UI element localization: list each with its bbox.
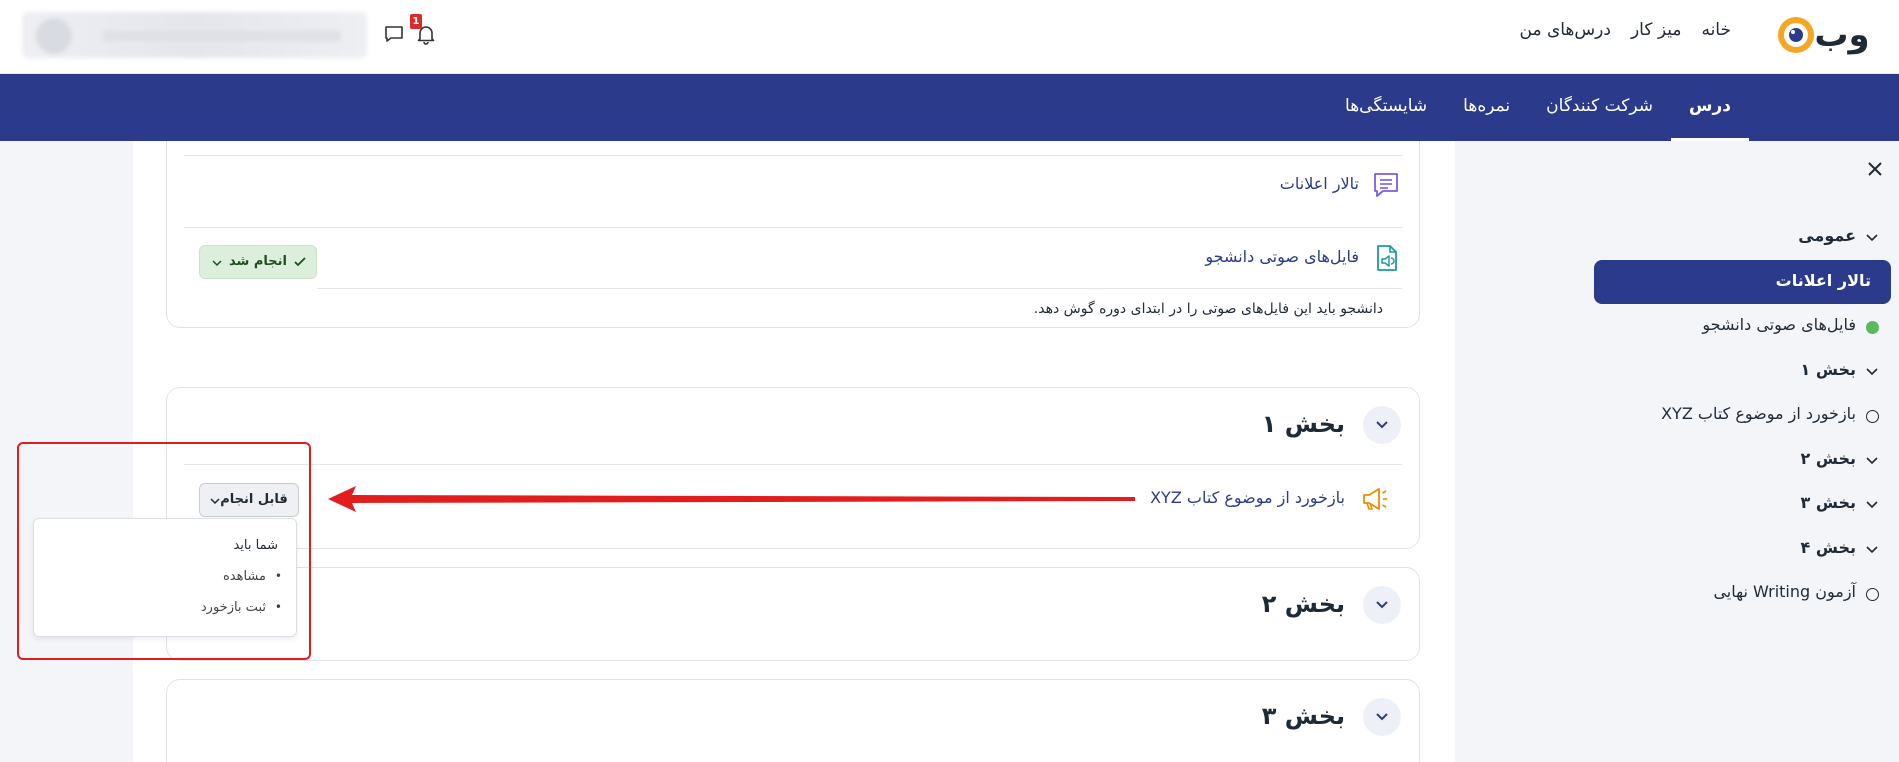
- activity-audio-link[interactable]: فایل‌های صوتی دانشجو: [1205, 247, 1359, 266]
- audio-file-icon: [1377, 245, 1397, 271]
- sidebar-item-label: عمومی: [1798, 226, 1856, 245]
- tab-participants[interactable]: شرکت کنندگان: [1528, 74, 1671, 141]
- section-2-title: بخش ۲: [1261, 590, 1345, 618]
- chevron-down-icon: [1376, 713, 1388, 721]
- activity-description: دانشجو باید این فایل‌های صوتی را در ابتد…: [1033, 301, 1383, 317]
- tab-competencies[interactable]: شایستگی‌ها: [1327, 74, 1445, 141]
- nav-home[interactable]: خانه: [1701, 20, 1731, 40]
- avatar: [36, 18, 72, 54]
- divider: [317, 288, 1402, 289]
- annotation-arrow-icon: [328, 486, 1135, 512]
- chevron-down-icon: [1866, 368, 1878, 376]
- incomplete-circle-icon: [1866, 410, 1879, 423]
- nav-dashboard[interactable]: میز کار: [1631, 20, 1682, 40]
- chat-icon[interactable]: [382, 22, 406, 46]
- chevron-down-icon: [1866, 234, 1878, 242]
- top-nav: خانه میز کار درس‌های من: [1520, 20, 1732, 40]
- chevron-down-icon: [1376, 601, 1388, 609]
- megaphone-icon: [1363, 488, 1387, 510]
- completed-dot-icon: [1866, 321, 1879, 334]
- incomplete-circle-icon: [1866, 588, 1879, 601]
- section-3-title: بخش ۳: [1261, 702, 1345, 730]
- section-1-card: بخش ۱ بازخورد از موضوع کتاب XYZ قابل انج…: [166, 387, 1420, 549]
- course-index-sidebar: عمومی تالار اعلانات فایل‌های صوتی دانشجو…: [1588, 141, 1899, 762]
- course-content: تالار اعلانات فایل‌های صوتی دانشجو انجام…: [133, 141, 1455, 762]
- sidebar-item-feedback[interactable]: بازخورد از موضوع کتاب XYZ: [1588, 400, 1899, 430]
- close-icon[interactable]: [1867, 161, 1883, 177]
- sidebar-item-label: آزمون Writing نهایی: [1713, 582, 1856, 601]
- sidebar-item-audio-files[interactable]: فایل‌های صوتی دانشجو: [1588, 311, 1899, 341]
- chevron-down-icon: [1866, 546, 1878, 554]
- section-1-toggle[interactable]: [1363, 406, 1401, 444]
- activity-feedback-link[interactable]: بازخورد از موضوع کتاب XYZ: [1150, 488, 1345, 507]
- tab-course[interactable]: درس: [1671, 74, 1749, 141]
- top-bar: 1 خانه میز کار درس‌های من وب: [0, 0, 1899, 74]
- logo-text: وب: [1814, 15, 1869, 55]
- sidebar-item-label: بازخورد از موضوع کتاب XYZ: [1661, 404, 1856, 423]
- sidebar-item-label: بخش ۴: [1800, 538, 1857, 557]
- forum-icon: [1374, 173, 1398, 197]
- divider: [184, 155, 1402, 156]
- tab-grades[interactable]: نمره‌ها: [1445, 74, 1528, 141]
- user-name-blurred: [102, 30, 342, 42]
- sidebar-section-1[interactable]: بخش ۱: [1588, 356, 1899, 386]
- annotation-highlight-box: [17, 442, 311, 660]
- sidebar-item-forum-active[interactable]: تالار اعلانات: [1594, 260, 1891, 304]
- notification-badge: 1: [410, 14, 422, 29]
- sidebar-section-4[interactable]: بخش ۴: [1588, 534, 1899, 564]
- sidebar-section-general[interactable]: عمومی: [1588, 222, 1899, 252]
- chevron-down-icon: [1866, 501, 1878, 509]
- section-3-card: بخش ۳: [166, 679, 1420, 762]
- section-3-toggle[interactable]: [1363, 698, 1401, 736]
- course-nav: درس شرکت کنندگان نمره‌ها شایستگی‌ها: [0, 74, 1899, 141]
- sidebar-section-2[interactable]: بخش ۲: [1588, 445, 1899, 475]
- check-icon: [294, 257, 306, 267]
- chevron-down-icon: [212, 260, 222, 267]
- sidebar-item-label: تالار اعلانات: [1775, 271, 1871, 290]
- section-1-title: بخش ۱: [1261, 410, 1345, 438]
- chevron-down-icon: [1866, 457, 1878, 465]
- sidebar-item-label: فایل‌های صوتی دانشجو: [1702, 315, 1856, 334]
- sidebar-item-final-exam[interactable]: آزمون Writing نهایی: [1588, 578, 1899, 608]
- sidebar-item-label: بخش ۳: [1800, 493, 1857, 512]
- sidebar-section-3[interactable]: بخش ۳: [1588, 489, 1899, 519]
- section-2-toggle[interactable]: [1363, 586, 1401, 624]
- activity-forum-link[interactable]: تالار اعلانات: [1280, 174, 1359, 193]
- site-logo[interactable]: وب: [1774, 10, 1874, 60]
- general-section-card: تالار اعلانات فایل‌های صوتی دانشجو انجام…: [166, 141, 1420, 328]
- nav-my-courses[interactable]: درس‌های من: [1520, 20, 1611, 40]
- sidebar-item-label: بخش ۲: [1800, 449, 1857, 468]
- section-2-card: بخش ۲: [166, 567, 1420, 661]
- divider: [184, 464, 1402, 465]
- status-done-label: انجام شد: [229, 254, 287, 269]
- user-menu-blurred[interactable]: [22, 12, 367, 58]
- chevron-down-icon: [1376, 421, 1388, 429]
- status-done-button[interactable]: انجام شد: [199, 245, 317, 279]
- divider: [184, 227, 1402, 228]
- sidebar-item-label: بخش ۱: [1800, 360, 1857, 379]
